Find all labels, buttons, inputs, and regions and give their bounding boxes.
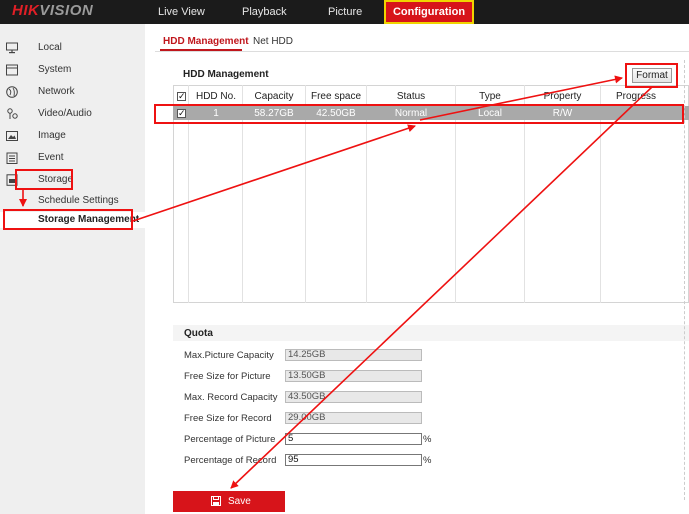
- video-audio-icon: [7, 108, 18, 119]
- nav-live-view[interactable]: Live View: [158, 0, 205, 24]
- max-record-capacity-field: 43.50GB: [285, 391, 422, 403]
- sidebar-item-label: Local: [38, 42, 62, 53]
- sidebar-item-label: Image: [38, 130, 66, 141]
- table-header-type[interactable]: Type: [456, 91, 524, 102]
- quota-label: Percentage of Picture: [184, 434, 276, 445]
- percentage-picture-input[interactable]: 5: [285, 433, 422, 445]
- free-size-picture-field: 13.50GB: [285, 370, 422, 382]
- tab-divider: [155, 51, 689, 52]
- floppy-disk-icon: [211, 496, 221, 506]
- event-icon: [6, 152, 18, 164]
- max-picture-capacity-field: 14.25GB: [285, 349, 422, 361]
- sidebar-item-label: Event: [38, 152, 64, 163]
- logo-text-red: HIK: [12, 2, 40, 19]
- table-header-property[interactable]: Property: [525, 91, 600, 102]
- top-navigation-bar: HIKVISION Live View Playback Picture Con…: [0, 0, 689, 24]
- table-header-free-space[interactable]: Free space: [306, 91, 366, 102]
- quota-label: Percentage of Record: [184, 455, 277, 466]
- sidebar-item-system[interactable]: System: [0, 62, 145, 80]
- logo-text-gray: VISION: [39, 2, 94, 19]
- table-header-status[interactable]: Status: [367, 91, 455, 102]
- percent-unit: %: [423, 434, 432, 445]
- hdd-section-title: HDD Management: [183, 69, 269, 80]
- image-icon: [6, 131, 18, 141]
- quota-header-band: [173, 325, 689, 341]
- sidebar-item-network[interactable]: Network: [0, 84, 145, 102]
- sidebar-item-label: Video/Audio: [38, 108, 92, 119]
- table-header-hdd-no[interactable]: HDD No.: [190, 91, 242, 102]
- percentage-record-input[interactable]: 95: [285, 454, 422, 466]
- tab-hdd-management[interactable]: HDD Management: [163, 36, 249, 47]
- nav-picture[interactable]: Picture: [328, 0, 362, 24]
- annotation-box-storage: [15, 169, 73, 190]
- highlight-configuration: [384, 0, 474, 24]
- free-size-record-field: 29.00GB: [285, 412, 422, 424]
- table-header-capacity[interactable]: Capacity: [244, 91, 304, 102]
- panel-edge: [684, 60, 685, 500]
- quota-label: Max.Picture Capacity: [184, 350, 274, 361]
- percent-unit: %: [423, 455, 432, 466]
- hikvision-logo: HIKVISION: [12, 2, 93, 19]
- table-header-progress[interactable]: Progress: [601, 91, 671, 102]
- monitor-icon: [6, 42, 18, 54]
- annotation-box-hdd-row: [154, 104, 684, 124]
- sidebar-item-local[interactable]: Local: [0, 40, 145, 58]
- select-all-checkbox[interactable]: ✓: [177, 92, 186, 101]
- save-button[interactable]: Save: [173, 491, 285, 512]
- sidebar-item-event[interactable]: Event: [0, 150, 145, 168]
- quota-label: Free Size for Picture: [184, 371, 271, 382]
- quota-label: Max. Record Capacity: [184, 392, 278, 403]
- quota-section-title: Quota: [184, 328, 213, 339]
- sidebar-subitem-label: Schedule Settings: [38, 195, 119, 206]
- tab-net-hdd[interactable]: Net HDD: [253, 36, 293, 47]
- sidebar-item-label: System: [38, 64, 72, 75]
- sidebar-subitem-schedule-settings[interactable]: Schedule Settings: [0, 193, 145, 209]
- nav-playback[interactable]: Playback: [242, 0, 287, 24]
- save-label: Save: [228, 496, 251, 507]
- annotation-box-storage-management: [3, 209, 133, 230]
- quota-label: Free Size for Record: [184, 413, 272, 424]
- system-icon: [6, 64, 18, 76]
- sidebar-item-image[interactable]: Image: [0, 128, 145, 146]
- annotation-box-format: [625, 63, 678, 88]
- sidebar-item-label: Network: [38, 86, 75, 97]
- globe-icon: [6, 86, 18, 98]
- sidebar-item-video-audio[interactable]: Video/Audio: [0, 106, 145, 124]
